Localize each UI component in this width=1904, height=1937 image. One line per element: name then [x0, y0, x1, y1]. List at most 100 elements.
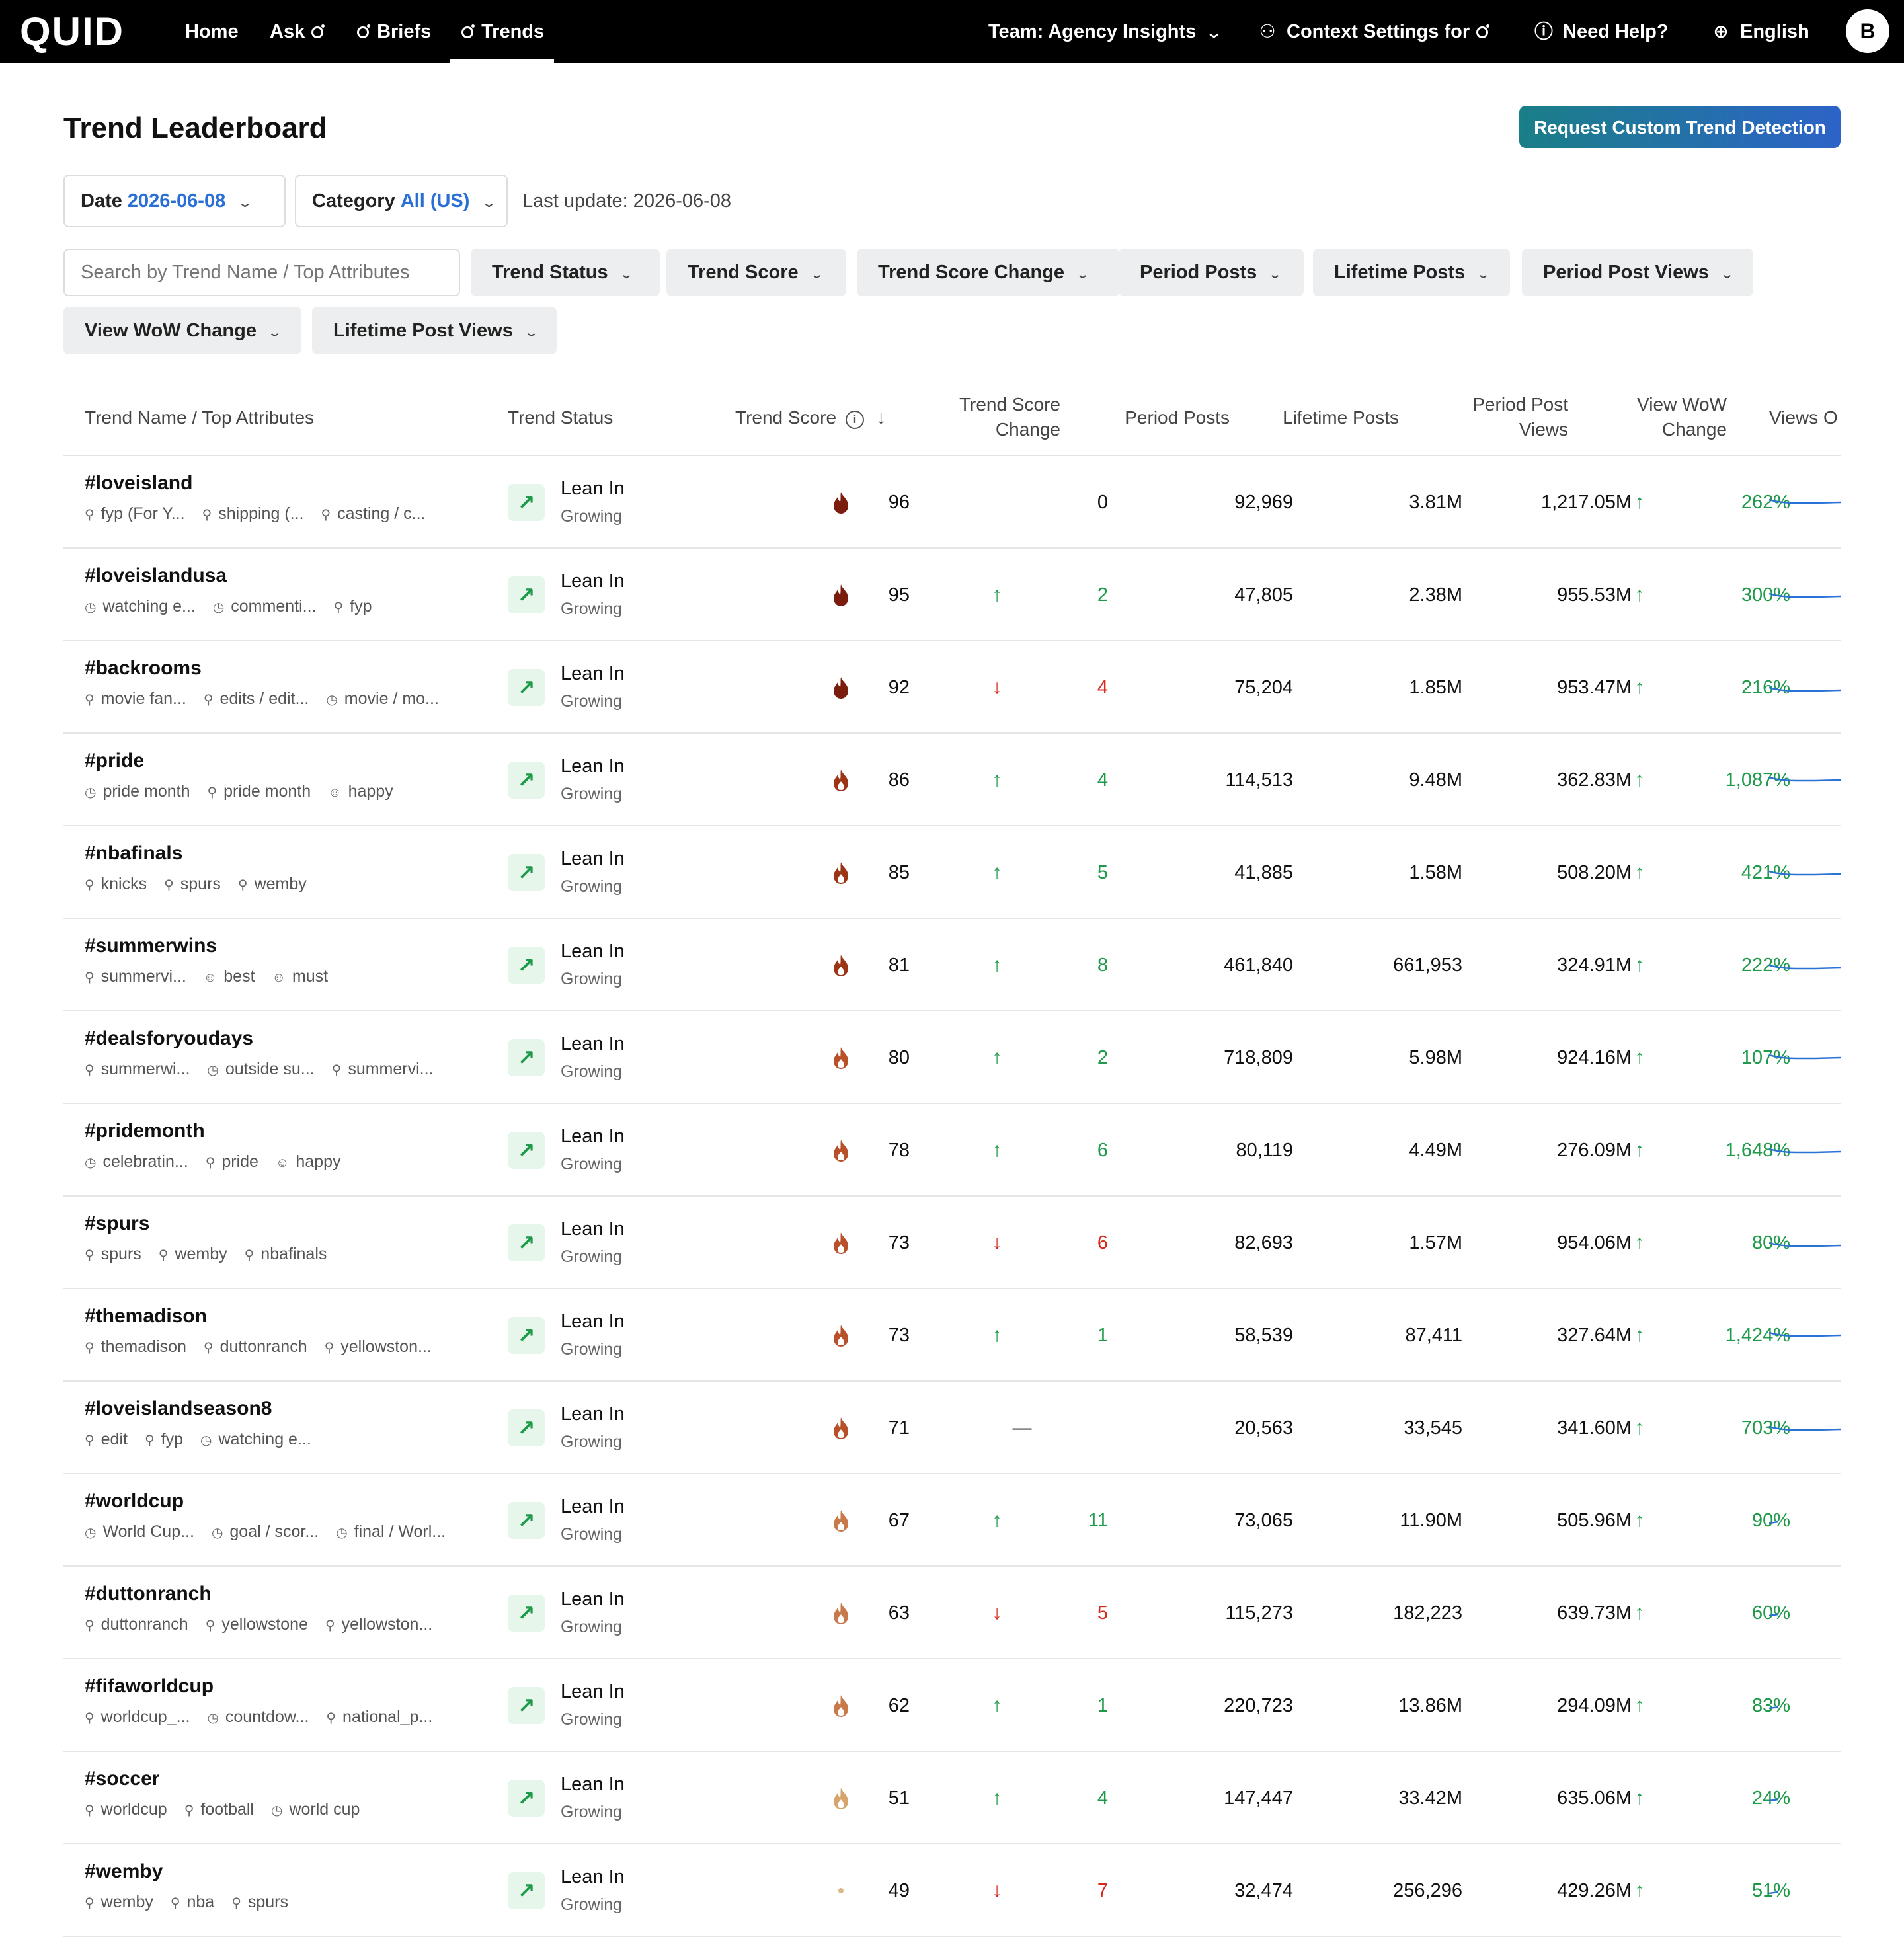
trend-name-link[interactable]: #loveisland [85, 471, 192, 496]
filter-trend-score[interactable]: Trend Score ⌄ [666, 249, 846, 296]
table-row[interactable]: #backrooms ⚲ movie fan... ⚲ edits / edit... ◷… [63, 641, 1841, 734]
attribute-tag[interactable]: ⚲ knicks [85, 873, 147, 896]
trend-name-link[interactable]: #dealsforyoudays [85, 1026, 253, 1051]
trend-name-link[interactable]: #pridemonth [85, 1119, 205, 1144]
attribute-tag[interactable]: ⚲ edit [85, 1428, 128, 1452]
filter-trend-score-change[interactable]: Trend Score Change ⌄ [857, 249, 1120, 296]
col-header-period-posts[interactable]: Period Posts [1084, 405, 1230, 430]
attribute-tag[interactable]: ⚲ national_p... [326, 1706, 432, 1729]
trend-name-link[interactable]: #soccer [85, 1766, 159, 1792]
attribute-tag[interactable]: ⚲ fyp [333, 595, 372, 619]
trend-name-link[interactable]: #worldcup [85, 1489, 184, 1514]
attribute-tag[interactable]: ☺ must [272, 965, 329, 989]
table-row[interactable]: #soccer ⚲ worldcup ⚲ football ◷ world cup ↗ Lean… [63, 1752, 1841, 1844]
trend-name-link[interactable]: #loveislandseason8 [85, 1396, 272, 1421]
table-row[interactable]: #loveislandusa ◷ watching e... ◷ commenti...… [63, 549, 1841, 641]
filter-trend-status[interactable]: Trend Status ⌄ [471, 249, 660, 296]
nav-ask[interactable]: Ask [270, 20, 326, 44]
attribute-tag[interactable]: ⚲ spurs [231, 1891, 288, 1915]
trend-name-link[interactable]: #duttonranch [85, 1581, 212, 1606]
attribute-tag[interactable]: ⚲ pride month [207, 780, 311, 804]
attribute-tag[interactable]: ⚲ wemby [159, 1243, 227, 1267]
trend-name-link[interactable]: #loveislandusa [85, 563, 227, 588]
attribute-tag[interactable]: ⚲ spurs [164, 873, 221, 896]
filter-lifetime-posts[interactable]: Lifetime Posts ⌄ [1313, 249, 1510, 296]
table-row[interactable]: #loveislandseason8 ⚲ edit ⚲ fyp ◷ watching e..… [63, 1382, 1841, 1474]
info-icon[interactable]: i [846, 411, 865, 429]
category-dropdown[interactable]: Category All (US) ⌄ [295, 175, 508, 227]
col-header-score-change[interactable]: Trend Score Change [928, 392, 1060, 442]
filter-lifetime-post-views[interactable]: Lifetime Post Views ⌄ [312, 307, 557, 354]
trend-name-link[interactable]: #pride [85, 748, 144, 773]
quid-logo[interactable]: QUID [20, 12, 124, 52]
attribute-tag[interactable]: ◷ world cup [271, 1798, 360, 1822]
table-row[interactable]: #spurs ⚲ spurs ⚲ wemby ⚲ nbafinals ↗ Lean In Grow… [63, 1197, 1841, 1289]
context-settings-button[interactable]: ⚇ Context Settings for [1257, 20, 1491, 44]
col-header-score[interactable]: Trend Score i ↓ [735, 405, 886, 430]
attribute-tag[interactable]: ⚲ pride [206, 1150, 258, 1174]
table-row[interactable]: #pride ◷ pride month ⚲ pride month ☺ happy ↗ Lea… [63, 734, 1841, 826]
attribute-tag[interactable]: ◷ final / Worl... [336, 1521, 446, 1544]
attribute-tag[interactable]: ☺ best [204, 965, 255, 989]
team-selector[interactable]: Team: Agency Insights ⌄ [988, 20, 1222, 45]
attribute-tag[interactable]: ◷ commenti... [213, 595, 317, 619]
attribute-tag[interactable]: ⚲ casting / c... [321, 502, 425, 526]
help-button[interactable]: ⓘ Need Help? [1534, 20, 1669, 44]
attribute-tag[interactable]: ◷ watching e... [85, 595, 196, 619]
trend-name-link[interactable]: #themadison [85, 1304, 207, 1329]
attribute-tag[interactable]: ◷ countdow... [207, 1706, 309, 1729]
table-row[interactable]: #themadison ⚲ themadison ⚲ duttonranch ⚲ yello… [63, 1289, 1841, 1382]
attribute-tag[interactable]: ⚲ shipping (... [202, 502, 304, 526]
table-row[interactable]: #dealsforyoudays ⚲ summerwi... ◷ outside su.… [63, 1011, 1841, 1104]
attribute-tag[interactable]: ⚲ nbafinals [245, 1243, 327, 1267]
table-row[interactable]: #fifaworldcup ⚲ worldcup_... ◷ countdow... ⚲ n… [63, 1659, 1841, 1752]
attribute-tag[interactable]: ⚲ football [184, 1798, 254, 1822]
trend-name-link[interactable]: #summerwins [85, 933, 217, 959]
trend-name-link[interactable]: #nbafinals [85, 841, 182, 866]
col-header-views-over-time[interactable]: Views O [1769, 405, 1841, 430]
table-row[interactable]: #loveisland ⚲ fyp (For Y... ⚲ shipping (... ⚲… [63, 456, 1841, 549]
col-header-period-post-views[interactable]: Period Post Views [1439, 392, 1568, 442]
avatar[interactable]: B [1846, 9, 1889, 53]
trend-name-link[interactable]: #backrooms [85, 656, 202, 681]
attribute-tag[interactable]: ⚲ nba [171, 1891, 214, 1915]
language-selector[interactable]: ⊕ English [1711, 20, 1809, 44]
attribute-tag[interactable]: ⚲ movie fan... [85, 688, 186, 711]
attribute-tag[interactable]: ⚲ yellowston... [325, 1335, 432, 1359]
filter-view-wow-change[interactable]: View WoW Change ⌄ [63, 307, 301, 354]
trend-name-link[interactable]: #fifaworldcup [85, 1674, 214, 1699]
filter-period-posts[interactable]: Period Posts ⌄ [1119, 249, 1304, 296]
table-row[interactable]: #wemby ⚲ wemby ⚲ nba ⚲ spurs ↗ Lean In Growing 49 ↓… [63, 1844, 1841, 1937]
attribute-tag[interactable]: ☺ happy [276, 1150, 341, 1174]
search-input[interactable] [63, 249, 460, 296]
trend-name-link[interactable]: #spurs [85, 1211, 149, 1236]
attribute-tag[interactable]: ⚲ duttonranch [85, 1613, 188, 1637]
attribute-tag[interactable]: ⚲ wemby [85, 1891, 153, 1915]
nav-home[interactable]: Home [185, 20, 239, 44]
table-row[interactable]: #summerwins ⚲ summervi... ☺ best ☺ must ↗ Lean I… [63, 919, 1841, 1011]
attribute-tag[interactable]: ◷ celebratin... [85, 1150, 188, 1174]
attribute-tag[interactable]: ◷ World Cup... [85, 1521, 194, 1544]
table-row[interactable]: #duttonranch ⚲ duttonranch ⚲ yellowstone ⚲ yel… [63, 1567, 1841, 1659]
attribute-tag[interactable]: ⚲ summervi... [332, 1058, 434, 1082]
attribute-tag[interactable]: ⚲ fyp [145, 1428, 183, 1452]
filter-period-post-views[interactable]: Period Post Views ⌄ [1522, 249, 1753, 296]
attribute-tag[interactable]: ◷ goal / scor... [212, 1521, 319, 1544]
sort-descending-icon[interactable]: ↓ [876, 407, 886, 428]
attribute-tag[interactable]: ◷ movie / mo... [326, 688, 439, 711]
attribute-tag[interactable]: ⚲ summerwi... [85, 1058, 190, 1082]
attribute-tag[interactable]: ⚲ spurs [85, 1243, 141, 1267]
attribute-tag[interactable]: ⚲ duttonranch [204, 1335, 307, 1359]
attribute-tag[interactable]: ⚲ wemby [238, 873, 307, 896]
col-header-view-wow-change[interactable]: View WoW Change [1593, 392, 1727, 442]
attribute-tag[interactable]: ◷ watching e... [200, 1428, 311, 1452]
table-row[interactable]: #nbafinals ⚲ knicks ⚲ spurs ⚲ wemby ↗ Lean In Gro… [63, 826, 1841, 919]
table-row[interactable]: #worldcup ◷ World Cup... ◷ goal / scor... ◷ fi… [63, 1474, 1841, 1567]
attribute-tag[interactable]: ⚲ themadison [85, 1335, 186, 1359]
attribute-tag[interactable]: ☺ happy [328, 780, 393, 804]
table-row[interactable]: #pridemonth ◷ celebratin... ⚲ pride ☺ happy ↗ Le… [63, 1104, 1841, 1197]
attribute-tag[interactable]: ⚲ summervi... [85, 965, 186, 989]
attribute-tag[interactable]: ⚲ worldcup_... [85, 1706, 190, 1729]
attribute-tag[interactable]: ◷ outside su... [207, 1058, 314, 1082]
col-header-status[interactable]: Trend Status [508, 405, 613, 430]
